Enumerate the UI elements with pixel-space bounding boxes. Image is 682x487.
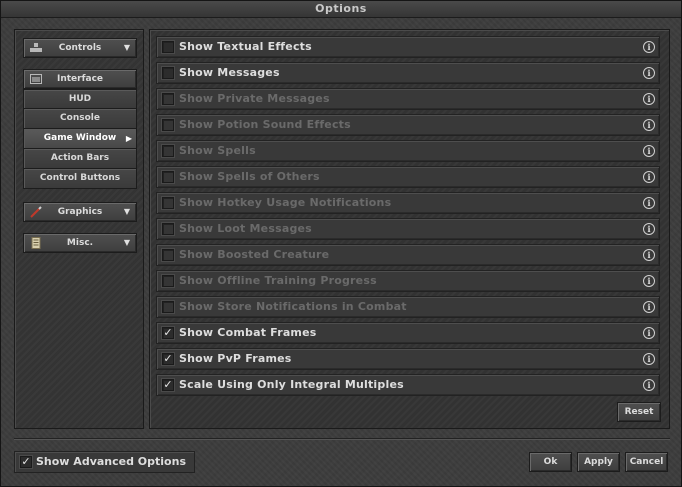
option-row: Show Potion Sound Effects i bbox=[156, 114, 660, 136]
info-icon[interactable]: i bbox=[643, 327, 655, 339]
option-row: Show Private Messages i bbox=[156, 88, 660, 110]
info-icon[interactable]: i bbox=[643, 223, 655, 235]
option-checkbox[interactable] bbox=[162, 41, 174, 53]
option-row: Show Offline Training Progress i bbox=[156, 270, 660, 292]
option-row: Show Hotkey Usage Notifications i bbox=[156, 192, 660, 214]
nav-graphics-button[interactable]: Graphics ▼ bbox=[23, 202, 137, 222]
option-label: Show Combat Frames bbox=[179, 326, 317, 339]
sidebar-item-label: HUD bbox=[68, 94, 92, 104]
option-checkbox[interactable]: ✓ bbox=[162, 379, 174, 391]
option-row[interactable]: Show Textual Effects i bbox=[156, 36, 660, 58]
nav-interface-label: Interface bbox=[56, 74, 104, 84]
option-row[interactable]: ✓ Show Combat Frames i bbox=[156, 322, 660, 344]
interface-submenu: HUD Console Game Window ▶ Action Bars Con… bbox=[23, 89, 137, 189]
sidebar-item-label: Control Buttons bbox=[39, 173, 121, 183]
option-label: Show Textual Effects bbox=[179, 40, 312, 53]
sidebar-item-label: Action Bars bbox=[50, 153, 110, 163]
advanced-options-checkbox[interactable]: ✓ bbox=[20, 456, 32, 468]
cancel-button[interactable]: Cancel bbox=[625, 452, 668, 472]
nav-misc-button[interactable]: Misc. ▼ bbox=[23, 233, 137, 253]
chevron-down-icon: ▼ bbox=[123, 238, 130, 247]
apply-button[interactable]: Apply bbox=[577, 452, 620, 472]
info-icon[interactable]: i bbox=[643, 197, 655, 209]
info-icon[interactable]: i bbox=[643, 379, 655, 391]
options-panel: Show Textual Effects i Show Messages i Show … bbox=[149, 29, 670, 429]
info-icon[interactable]: i bbox=[643, 301, 655, 313]
window-title: Options bbox=[1, 1, 681, 18]
chevron-down-icon: ▼ bbox=[123, 43, 130, 52]
option-row: Show Spells i bbox=[156, 140, 660, 162]
option-label: Show Offline Training Progress bbox=[179, 274, 377, 287]
option-row[interactable]: ✓ Scale Using Only Integral Multiples i bbox=[156, 374, 660, 396]
option-label: Show Spells bbox=[179, 144, 256, 157]
ok-button[interactable]: Ok bbox=[529, 452, 572, 472]
nav-graphics-label: Graphics bbox=[57, 207, 103, 217]
chevron-right-icon: ▶ bbox=[125, 134, 132, 143]
option-checkbox[interactable]: ✓ bbox=[162, 353, 174, 365]
info-icon[interactable]: i bbox=[643, 353, 655, 365]
sidebar: Controls ▼ Interface HUD Console Game Wi… bbox=[14, 29, 144, 429]
info-icon[interactable]: i bbox=[643, 93, 655, 105]
info-icon[interactable]: i bbox=[643, 249, 655, 261]
sidebar-item-label: Game Window bbox=[43, 133, 117, 143]
option-checkbox bbox=[162, 119, 174, 131]
option-checkbox[interactable] bbox=[162, 67, 174, 79]
info-icon[interactable]: i bbox=[643, 145, 655, 157]
nav-interface-button[interactable]: Interface bbox=[23, 69, 137, 89]
nav-misc-label: Misc. bbox=[66, 238, 94, 248]
info-icon[interactable]: i bbox=[643, 275, 655, 287]
option-label: Show Potion Sound Effects bbox=[179, 118, 351, 131]
option-checkbox bbox=[162, 301, 174, 313]
footer-divider bbox=[14, 438, 670, 440]
option-row: Show Loot Messages i bbox=[156, 218, 660, 240]
option-row[interactable]: Show Messages i bbox=[156, 62, 660, 84]
nav-controls-button[interactable]: Controls ▼ bbox=[23, 38, 137, 58]
sidebar-item-hud[interactable]: HUD bbox=[23, 89, 137, 109]
option-checkbox bbox=[162, 197, 174, 209]
sidebar-item-console[interactable]: Console bbox=[23, 109, 137, 129]
options-window: Options Controls ▼ Interface HUD Console… bbox=[0, 0, 682, 487]
option-label: Show Private Messages bbox=[179, 92, 330, 105]
option-label: Show Store Notifications in Combat bbox=[179, 300, 407, 313]
option-label: Show PvP Frames bbox=[179, 352, 292, 365]
reset-button[interactable]: Reset bbox=[617, 402, 661, 422]
option-label: Show Hotkey Usage Notifications bbox=[179, 196, 392, 209]
option-label: Show Messages bbox=[179, 66, 280, 79]
option-checkbox bbox=[162, 145, 174, 157]
option-checkbox[interactable]: ✓ bbox=[162, 327, 174, 339]
option-label: Show Spells of Others bbox=[179, 170, 320, 183]
sidebar-item-label: Console bbox=[60, 113, 100, 123]
option-row: Show Boosted Creature i bbox=[156, 244, 660, 266]
info-icon[interactable]: i bbox=[643, 41, 655, 53]
option-checkbox bbox=[162, 171, 174, 183]
chevron-down-icon: ▼ bbox=[123, 207, 130, 216]
info-icon[interactable]: i bbox=[643, 171, 655, 183]
advanced-options-label: Show Advanced Options bbox=[36, 455, 186, 468]
info-icon[interactable]: i bbox=[643, 119, 655, 131]
option-label: Show Boosted Creature bbox=[179, 248, 330, 261]
option-row[interactable]: ✓ Show PvP Frames i bbox=[156, 348, 660, 370]
option-checkbox bbox=[162, 275, 174, 287]
option-checkbox bbox=[162, 223, 174, 235]
option-row: Show Store Notifications in Combat i bbox=[156, 296, 660, 318]
option-label: Show Loot Messages bbox=[179, 222, 312, 235]
sidebar-item-action-bars[interactable]: Action Bars bbox=[23, 149, 137, 169]
advanced-options-toggle[interactable]: ✓ Show Advanced Options bbox=[14, 451, 195, 473]
sidebar-item-game-window[interactable]: Game Window ▶ bbox=[23, 129, 137, 149]
option-checkbox bbox=[162, 93, 174, 105]
info-icon[interactable]: i bbox=[643, 67, 655, 79]
option-checkbox bbox=[162, 249, 174, 261]
nav-controls-label: Controls bbox=[58, 43, 102, 53]
option-label: Scale Using Only Integral Multiples bbox=[179, 378, 404, 391]
sidebar-item-control-buttons[interactable]: Control Buttons bbox=[23, 169, 137, 189]
option-row: Show Spells of Others i bbox=[156, 166, 660, 188]
